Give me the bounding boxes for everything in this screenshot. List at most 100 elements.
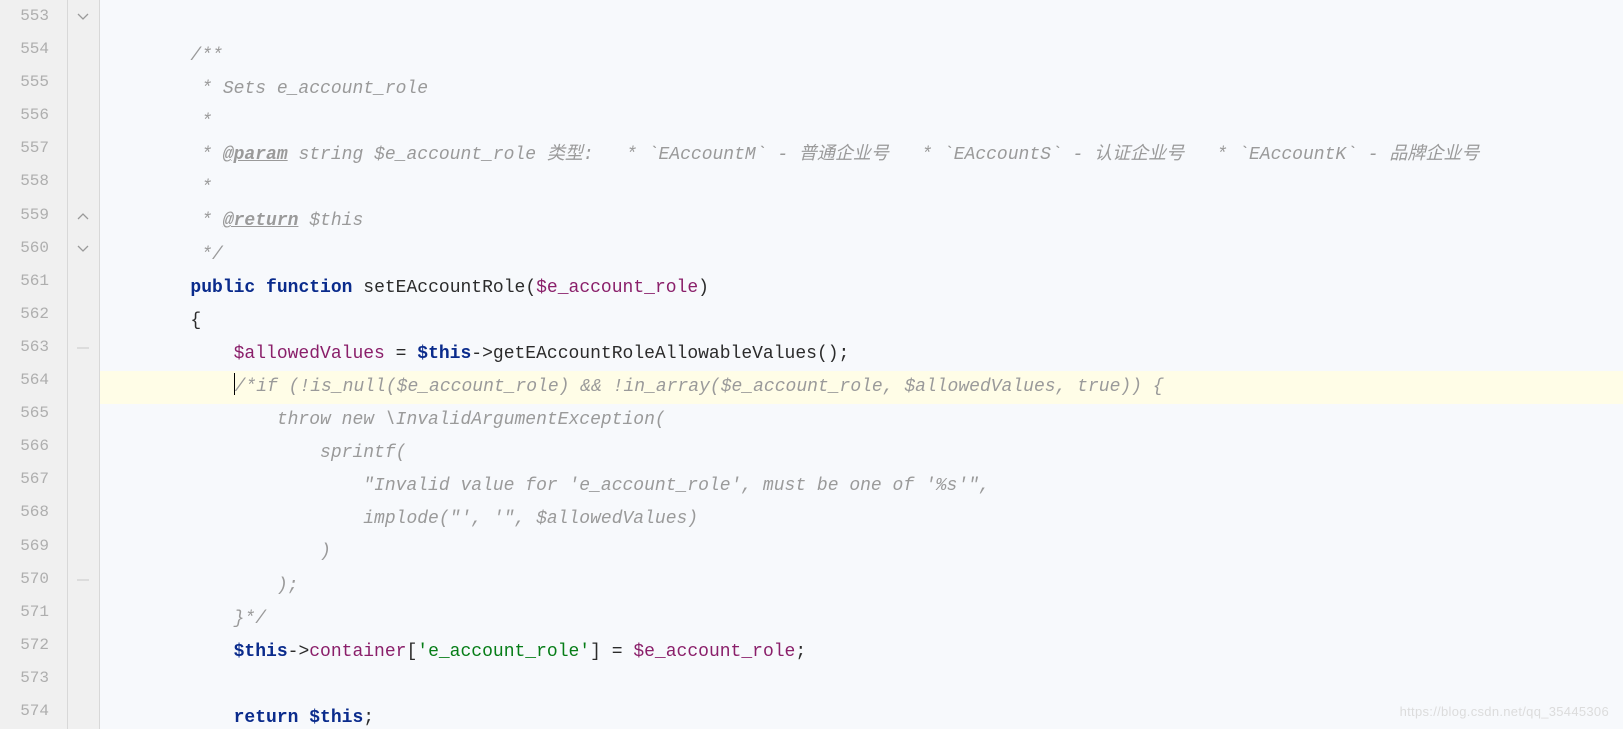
code-token: @param	[223, 145, 288, 165]
line-number: 569	[0, 530, 67, 563]
fold-gutter-row	[68, 298, 99, 331]
code-token	[298, 708, 309, 728]
fold-gutter-row	[68, 695, 99, 728]
code-line[interactable]: return $this;	[100, 702, 1623, 729]
code-token: *	[201, 211, 223, 231]
line-number: 570	[0, 563, 67, 596]
code-token	[104, 443, 320, 463]
code-line[interactable]: * Sets e_account_role	[100, 73, 1623, 106]
code-token: $e_account_role	[536, 278, 698, 298]
code-line[interactable]: implode("', '", $allowedValues)	[100, 503, 1623, 536]
code-line[interactable]: /**	[100, 40, 1623, 73]
code-token: );	[277, 576, 299, 596]
code-line[interactable]	[100, 669, 1623, 702]
line-number: 553	[0, 0, 67, 33]
code-token	[104, 344, 234, 364]
fold-toggle-icon[interactable]	[76, 242, 90, 256]
fold-gutter-row	[68, 232, 99, 265]
code-token: (	[525, 278, 536, 298]
code-token: )	[698, 278, 709, 298]
fold-gutter-row	[68, 165, 99, 198]
code-line[interactable]: public function setEAccountRole($e_accou…	[100, 272, 1623, 305]
code-token: ] =	[590, 642, 633, 662]
code-token: *	[201, 112, 212, 132]
line-number: 558	[0, 165, 67, 198]
fold-toggle-icon[interactable]	[76, 209, 90, 223]
code-token: *	[201, 178, 212, 198]
fold-gutter-row	[68, 331, 99, 364]
code-token	[104, 112, 201, 132]
line-number: 561	[0, 265, 67, 298]
fold-gutter-row	[68, 563, 99, 596]
code-line[interactable]: "Invalid value for 'e_account_role', mus…	[100, 470, 1623, 503]
code-token: ();	[817, 344, 849, 364]
line-number: 568	[0, 496, 67, 529]
code-token: sprintf(	[320, 443, 406, 463]
line-number: 564	[0, 364, 67, 397]
code-line[interactable]: {	[100, 305, 1623, 338]
fold-gutter	[68, 0, 100, 729]
line-number: 572	[0, 629, 67, 662]
line-number: 560	[0, 232, 67, 265]
line-number: 573	[0, 662, 67, 695]
code-token	[104, 410, 277, 430]
code-token	[104, 576, 277, 596]
code-token: $e_account_role	[633, 642, 795, 662]
code-token: [	[406, 642, 417, 662]
code-line[interactable]: )	[100, 536, 1623, 569]
code-line[interactable]: *	[100, 172, 1623, 205]
fold-gutter-row	[68, 265, 99, 298]
code-token	[104, 476, 363, 496]
fold-gutter-row	[68, 662, 99, 695]
code-line[interactable]: throw new \InvalidArgumentException(	[100, 404, 1623, 437]
fold-gutter-row	[68, 33, 99, 66]
line-number: 554	[0, 33, 67, 66]
code-token: setEAccountRole	[363, 278, 525, 298]
line-number-gutter: 5535545555565575585595605615625635645655…	[0, 0, 68, 729]
watermark-text: https://blog.csdn.net/qq_35445306	[1400, 704, 1609, 719]
code-token	[104, 245, 201, 265]
line-number: 565	[0, 397, 67, 430]
line-number: 555	[0, 66, 67, 99]
code-line[interactable]: $this->container['e_account_role'] = $e_…	[100, 636, 1623, 669]
code-token: throw new \InvalidArgumentException(	[277, 410, 666, 430]
code-token: */	[201, 245, 223, 265]
code-token	[104, 211, 201, 231]
code-token: /*if (!is_null($e_account_role) && !in_a…	[235, 377, 1164, 397]
code-token: string $e_account_role 类型: * `EAccountM`…	[288, 145, 1480, 165]
code-token: function	[266, 278, 352, 298]
code-line[interactable]: /*if (!is_null($e_account_role) && !in_a…	[100, 371, 1623, 404]
fold-toggle-icon[interactable]	[76, 10, 90, 24]
code-token: )	[320, 542, 331, 562]
code-token: /**	[190, 46, 222, 66]
code-line[interactable]: *	[100, 106, 1623, 139]
code-line[interactable]: * @param string $e_account_role 类型: * `E…	[100, 139, 1623, 172]
code-token	[104, 178, 201, 198]
code-line[interactable]: $allowedValues = $this->getEAccountRoleA…	[100, 338, 1623, 371]
fold-gutter-row	[68, 132, 99, 165]
fold-gutter-row	[68, 496, 99, 529]
fold-separator-icon	[76, 341, 90, 355]
code-line[interactable]: }*/	[100, 603, 1623, 636]
line-number: 556	[0, 99, 67, 132]
code-token	[104, 642, 234, 662]
line-number: 571	[0, 596, 67, 629]
text-caret	[234, 373, 235, 395]
code-token: container	[309, 642, 406, 662]
code-line[interactable]: */	[100, 239, 1623, 272]
code-token	[104, 311, 190, 331]
code-token: $this	[298, 211, 363, 231]
code-line[interactable]: );	[100, 570, 1623, 603]
code-token	[255, 278, 266, 298]
code-token: ;	[363, 708, 374, 728]
fold-gutter-row	[68, 99, 99, 132]
line-number: 557	[0, 132, 67, 165]
code-token: implode("', '", $allowedValues)	[363, 509, 698, 529]
line-number: 566	[0, 430, 67, 463]
code-line[interactable]: sprintf(	[100, 437, 1623, 470]
code-editor[interactable]: /** * Sets e_account_role * * @param str…	[100, 0, 1623, 729]
code-token: ->	[471, 344, 493, 364]
code-token: getEAccountRoleAllowableValues	[493, 344, 817, 364]
code-token: =	[385, 344, 417, 364]
code-line[interactable]: * @return $this	[100, 205, 1623, 238]
